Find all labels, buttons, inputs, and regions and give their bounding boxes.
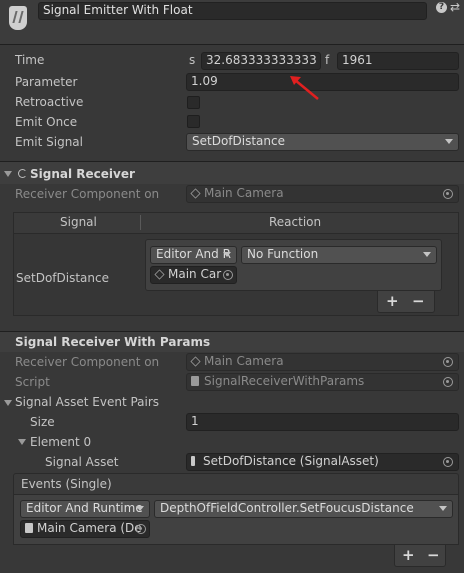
object-picker-icon xyxy=(443,377,453,387)
params-function-dropdown[interactable]: DepthOfFieldController.SetFoucusDistance xyxy=(154,500,453,518)
pairs-label: Signal Asset Event Pairs xyxy=(15,395,160,409)
params-event-object-value: Main Camera (De xyxy=(37,521,142,535)
chevron-down-icon xyxy=(223,252,231,257)
annotation-arrow xyxy=(290,76,319,100)
column-divider xyxy=(140,215,141,230)
retroactive-label: Retroactive xyxy=(15,95,84,109)
remove-event-button[interactable]: − xyxy=(427,546,440,564)
emit-signal-label: Emit Signal xyxy=(15,135,83,149)
add-reaction-button[interactable]: + xyxy=(386,292,399,310)
preset-settings-icon[interactable]: ⇄ xyxy=(450,0,460,14)
params-runtime-mode-value: Editor And Runtime xyxy=(26,501,143,515)
col-reaction-header: Reaction xyxy=(269,215,322,229)
signal-row-name: SetDofDistance xyxy=(16,271,109,285)
foldout-arrow-icon[interactable] xyxy=(4,171,12,177)
emit-once-label: Emit Once xyxy=(15,115,78,129)
params-function-value: DepthOfFieldController.SetFoucusDistance xyxy=(160,501,414,515)
size-label: Size xyxy=(30,415,55,429)
time-label: Time xyxy=(15,53,45,67)
retroactive-checkbox[interactable] xyxy=(187,96,200,109)
runtime-mode-dropdown[interactable]: Editor And R xyxy=(150,246,237,264)
gameobject-icon xyxy=(154,269,165,280)
events-label: Events (Single) xyxy=(21,477,112,491)
script-field: SignalReceiverWithParams xyxy=(186,373,459,391)
function-value: No Function xyxy=(247,247,319,261)
script-value: SignalReceiverWithParams xyxy=(204,374,365,388)
runtime-mode-value: Editor And R xyxy=(156,247,231,261)
parameter-label: Parameter xyxy=(15,75,78,89)
signal-asset-icon xyxy=(191,456,195,466)
receiver-component-field: Main Camera xyxy=(186,185,459,203)
add-event-button[interactable]: + xyxy=(402,546,415,564)
signal-receiver-icon xyxy=(18,169,27,178)
chevron-down-icon xyxy=(136,506,144,511)
event-object-value: Main Car xyxy=(168,267,222,281)
header-divider xyxy=(0,44,464,45)
signal-asset-label: Signal Asset xyxy=(45,455,119,469)
script-file-icon xyxy=(191,376,199,386)
signal-asset-field[interactable]: SetDofDistance (SignalAsset) xyxy=(186,453,459,471)
time-frames-prefix: f xyxy=(325,53,330,67)
foldout-arrow-icon[interactable] xyxy=(18,439,26,445)
params-event-object-field[interactable]: Main Camera (De xyxy=(20,520,150,538)
params-receiver-component-value: Main Camera xyxy=(204,354,284,368)
chevron-down-icon xyxy=(423,252,431,257)
params-runtime-mode-dropdown[interactable]: Editor And Runtime xyxy=(20,500,150,518)
emit-signal-value: SetDofDistance xyxy=(192,134,285,148)
signal-emitter-icon xyxy=(9,6,27,30)
time-seconds-field[interactable]: 32.683333333333 xyxy=(201,52,321,70)
object-picker-icon xyxy=(443,457,453,467)
event-object-field[interactable]: Main Car xyxy=(150,266,237,284)
remove-reaction-button[interactable]: − xyxy=(412,292,425,310)
help-icon[interactable]: ? xyxy=(436,2,447,13)
time-seconds-prefix: s xyxy=(189,53,196,67)
component-icon xyxy=(25,523,33,533)
foldout-arrow-icon[interactable] xyxy=(4,400,12,406)
emit-signal-dropdown[interactable]: SetDofDistance xyxy=(186,133,459,151)
element-0-label: Element 0 xyxy=(30,435,92,449)
params-receiver-component-label: Receiver Component on xyxy=(15,355,160,369)
size-field[interactable]: 1 xyxy=(186,413,459,431)
time-frames-field[interactable]: 1961 xyxy=(337,52,459,70)
signal-asset-value: SetDofDistance (SignalAsset) xyxy=(203,454,379,468)
script-label: Script xyxy=(15,375,50,389)
parameter-field[interactable]: 1.09 xyxy=(186,73,459,91)
receiver-component-value: Main Camera xyxy=(204,186,284,200)
object-name-field[interactable]: Signal Emitter With Float xyxy=(38,2,427,20)
function-dropdown[interactable]: No Function xyxy=(241,246,437,264)
chevron-down-icon xyxy=(445,139,453,144)
signal-receiver-title: Signal Receiver xyxy=(30,167,135,181)
gameobject-icon xyxy=(190,188,201,199)
emit-once-checkbox[interactable] xyxy=(187,115,200,128)
object-picker-icon xyxy=(443,357,453,367)
signal-receiver-params-title: Signal Receiver With Params xyxy=(15,335,211,349)
chevron-down-icon xyxy=(439,506,447,511)
receiver-component-label: Receiver Component on xyxy=(15,187,160,201)
params-receiver-component-field: Main Camera xyxy=(186,353,459,371)
object-picker-icon xyxy=(443,189,453,199)
object-picker-icon xyxy=(223,270,233,280)
object-picker-icon xyxy=(136,524,146,534)
col-signal-header: Signal xyxy=(60,215,97,229)
gameobject-icon xyxy=(190,356,201,367)
